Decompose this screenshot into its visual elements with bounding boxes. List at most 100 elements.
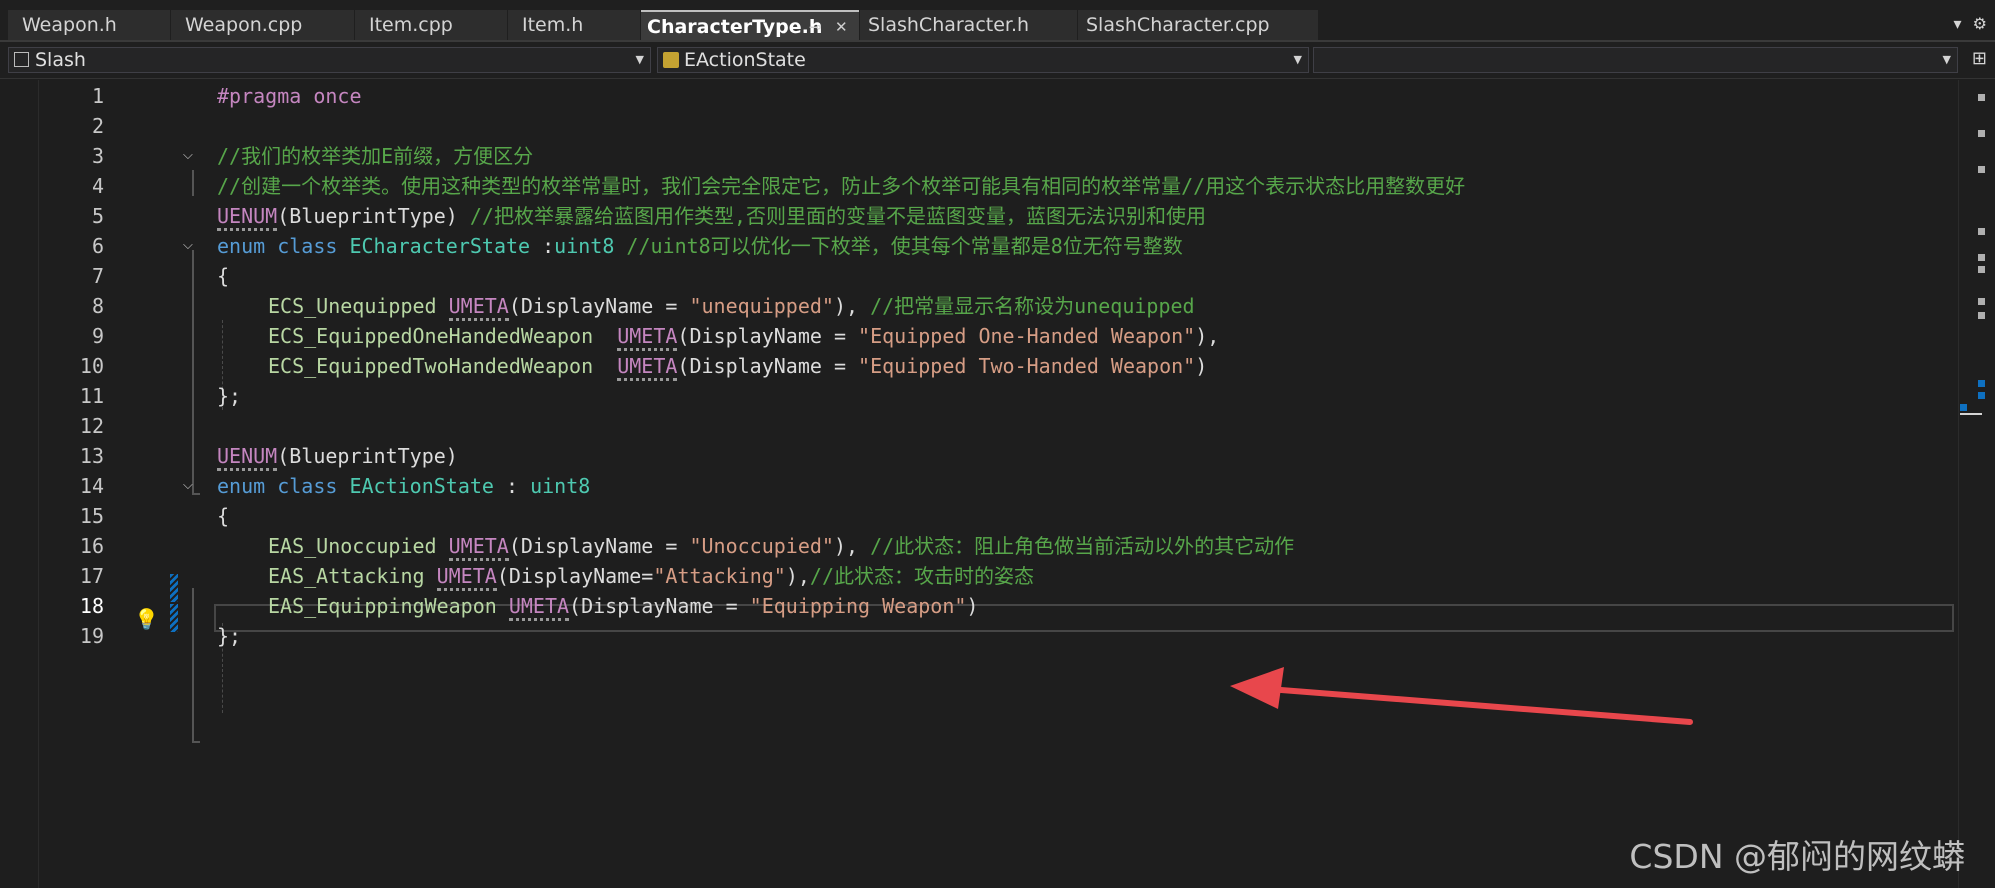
line-number: 10 bbox=[79, 354, 104, 378]
overview-marker bbox=[1978, 312, 1985, 319]
change-overview-marker bbox=[1978, 392, 1985, 399]
gear-icon[interactable]: ⚙ bbox=[1973, 14, 1987, 33]
line-number: 2 bbox=[91, 114, 104, 138]
code-text: ECS_EquippedOneHandedWeapon UMETA(Displa… bbox=[268, 321, 1219, 351]
code-line-4: 4 //创建一个枚举类。使用这种类型的枚举常量时，我们会完全限定它，防止多个枚举… bbox=[0, 171, 1960, 201]
code-text: //创建一个枚举类。使用这种类型的枚举常量时，我们会完全限定它，防止多个枚举可能… bbox=[217, 174, 1466, 198]
code-line-15: 15 { bbox=[0, 501, 1960, 531]
vertical-scrollbar[interactable] bbox=[1958, 80, 1979, 888]
overview-marker bbox=[1978, 228, 1985, 235]
close-icon[interactable]: ✕ bbox=[835, 12, 848, 40]
line-number: 5 bbox=[91, 204, 104, 228]
line-number: 9 bbox=[91, 324, 104, 348]
line-number: 13 bbox=[79, 444, 104, 468]
tab-slashcharacter-cpp[interactable]: SlashCharacter.cpp bbox=[1078, 10, 1318, 40]
overview-marker bbox=[1978, 166, 1985, 173]
tab-label: Item.h bbox=[522, 14, 584, 36]
code-text: }; bbox=[217, 384, 242, 408]
code-line-9: 9 ECS_EquippedOneHandedWeapon UMETA(Disp… bbox=[0, 321, 1960, 351]
code-text: //我们的枚举类加E前缀，方便区分 bbox=[217, 144, 534, 168]
project-icon bbox=[14, 52, 29, 67]
line-number: 18 bbox=[79, 594, 104, 618]
code-text: UENUM(BlueprintType) //把枚举暴露给蓝图用作类型,否则里面… bbox=[217, 201, 1206, 231]
code-text: { bbox=[217, 504, 230, 528]
code-line-6: 6 ⌵ enum class ECharacterState :uint8 //… bbox=[0, 231, 1960, 261]
code-editor[interactable]: 💡 1 #pragma once 2 3 ⌵ //我们的枚举类加E前缀，方便区分… bbox=[0, 80, 1995, 888]
line-number: 12 bbox=[79, 414, 104, 438]
annotation-arrow bbox=[1230, 667, 1693, 725]
scope-dropdown[interactable]: EActionState ▼ bbox=[657, 47, 1309, 73]
code-text: EAS_Attacking UMETA(DisplayName="Attacki… bbox=[268, 561, 1034, 591]
code-line-10: 10 ECS_EquippedTwoHandedWeapon UMETA(Dis… bbox=[0, 351, 1960, 381]
tab-label: CharacterType.h bbox=[647, 16, 823, 38]
line-number: 1 bbox=[91, 84, 104, 108]
code-text: UENUM(BlueprintType) bbox=[217, 441, 458, 471]
code-line-12: 12 bbox=[0, 411, 1960, 441]
code-line-3: 3 ⌵ //我们的枚举类加E前缀，方便区分 bbox=[0, 141, 1960, 171]
line-number: 15 bbox=[79, 504, 104, 528]
member-dropdown[interactable]: ▼ bbox=[1313, 47, 1958, 73]
line-number: 7 bbox=[91, 264, 104, 288]
scope-label: EActionState bbox=[684, 49, 806, 71]
overview-marker bbox=[1978, 130, 1985, 137]
code-line-7: 7 { bbox=[0, 261, 1960, 291]
overview-marker bbox=[1978, 254, 1985, 261]
enum-icon bbox=[663, 52, 679, 68]
line-number: 17 bbox=[79, 564, 104, 588]
project-label: Slash bbox=[35, 49, 86, 71]
line-number: 14 bbox=[79, 474, 104, 498]
code-text: }; bbox=[217, 624, 242, 648]
project-dropdown[interactable]: Slash ▼ bbox=[8, 47, 651, 73]
navigation-bar: Slash ▼ EActionState ▼ ▼ ⊞ bbox=[0, 42, 1995, 79]
code-line-5: 5 UENUM(BlueprintType) //把枚举暴露给蓝图用作类型,否则… bbox=[0, 201, 1960, 231]
tab-label: Weapon.cpp bbox=[185, 14, 303, 36]
code-text: ECS_Unequipped UMETA(DisplayName = "uneq… bbox=[268, 291, 1195, 321]
line-number: 11 bbox=[79, 384, 104, 408]
chevron-down-icon: ▼ bbox=[1942, 53, 1951, 66]
code-text: #pragma once bbox=[217, 84, 362, 108]
line-number: 16 bbox=[79, 534, 104, 558]
code-text: ECS_EquippedTwoHandedWeapon UMETA(Displa… bbox=[268, 351, 1207, 381]
fold-toggle-icon[interactable]: ⌵ bbox=[183, 231, 193, 261]
line-number: 4 bbox=[91, 174, 104, 198]
caret-position-marker bbox=[1960, 413, 1982, 415]
code-line-11: 11 }; bbox=[0, 381, 1960, 411]
code-line-2: 2 bbox=[0, 111, 1960, 141]
code-text: enum class ECharacterState :uint8 //uint… bbox=[217, 234, 1183, 258]
chevron-down-icon[interactable]: ▾ bbox=[1954, 14, 1962, 33]
code-text: { bbox=[217, 264, 230, 288]
tab-overflow-controls: ▾ ⚙ bbox=[1954, 14, 1987, 33]
watermark: CSDN @郁闷的网纹蟒 bbox=[1629, 837, 1965, 876]
code-line-8: 8 ECS_Unequipped UMETA(DisplayName = "un… bbox=[0, 291, 1960, 321]
tab-item-cpp[interactable]: Item.cpp bbox=[355, 10, 507, 40]
fold-toggle-icon[interactable]: ⌵ bbox=[183, 471, 193, 501]
tab-label: SlashCharacter.h bbox=[868, 14, 1030, 36]
line-number: 3 bbox=[91, 144, 104, 168]
tab-label: SlashCharacter.cpp bbox=[1086, 14, 1270, 36]
tab-weapon-cpp[interactable]: Weapon.cpp bbox=[171, 10, 354, 40]
overview-marker bbox=[1978, 94, 1985, 101]
code-line-13: 13 UENUM(BlueprintType) bbox=[0, 441, 1960, 471]
code-line-1: 1 #pragma once bbox=[0, 81, 1960, 111]
split-editor-icon[interactable]: ⊞ bbox=[1972, 48, 1987, 69]
code-text: EAS_Unoccupied UMETA(DisplayName = "Unoc… bbox=[268, 531, 1294, 561]
fold-toggle-icon[interactable]: ⌵ bbox=[183, 141, 193, 171]
change-overview-marker bbox=[1978, 380, 1985, 387]
tab-slashcharacter-h[interactable]: SlashCharacter.h bbox=[860, 10, 1077, 40]
line-number: 8 bbox=[91, 294, 104, 318]
chevron-down-icon: ▼ bbox=[1293, 53, 1302, 66]
tab-weapon-h[interactable]: Weapon.h bbox=[8, 10, 170, 40]
tab-item-h[interactable]: Item.h bbox=[508, 10, 640, 40]
tab-charactertype-h[interactable]: CharacterType.h ⊸ ✕ bbox=[641, 10, 859, 40]
tab-label: Item.cpp bbox=[369, 14, 453, 36]
tab-label: Weapon.h bbox=[22, 14, 117, 36]
overview-marker bbox=[1978, 266, 1985, 273]
pin-icon[interactable]: ⊸ bbox=[809, 12, 822, 40]
code-text: EAS_EquippingWeapon UMETA(DisplayName = … bbox=[268, 591, 978, 621]
change-overview-marker bbox=[1960, 404, 1967, 411]
tab-bar: Weapon.h Weapon.cpp Item.cpp Item.h Char… bbox=[0, 0, 1995, 42]
code-line-14: 14 ⌵ enum class EActionState : uint8 bbox=[0, 471, 1960, 501]
code-line-16: 16 EAS_Unoccupied UMETA(DisplayName = "U… bbox=[0, 531, 1960, 561]
line-number: 19 bbox=[79, 624, 104, 648]
fold-line-end bbox=[192, 741, 200, 743]
